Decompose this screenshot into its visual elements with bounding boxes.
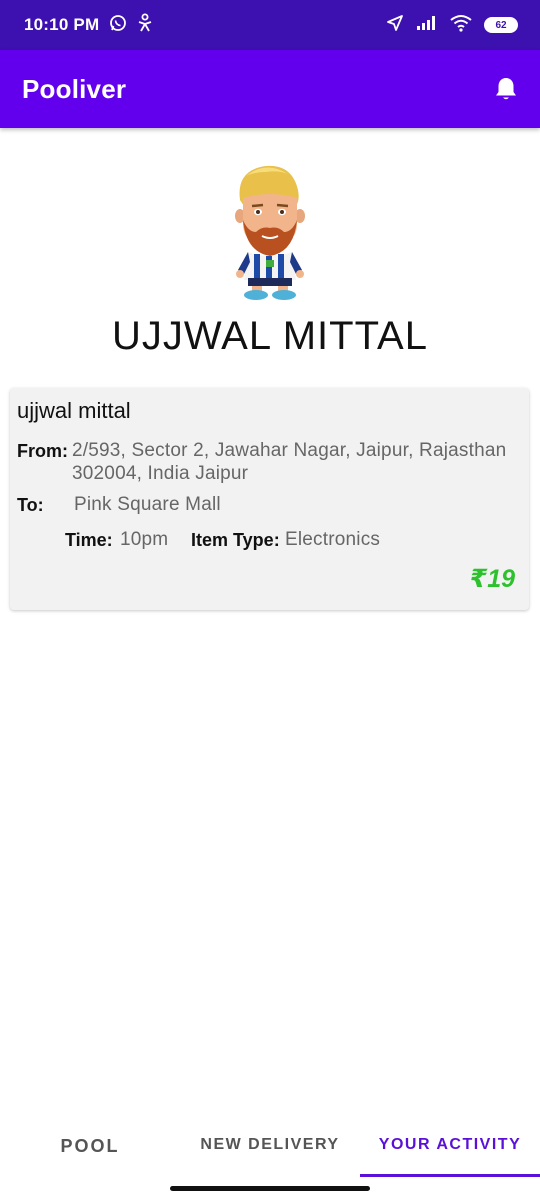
from-label: From:: [17, 441, 68, 461]
time-value: 10pm: [120, 529, 169, 550]
bottom-nav: POOL NEW DELIVERY YOUR ACTIVITY: [0, 1120, 540, 1180]
app-title: Pooliver: [22, 73, 127, 104]
time-label: Time:: [65, 530, 113, 550]
status-bar: 10:10 PM 62: [0, 0, 540, 50]
tab-pool[interactable]: POOL: [0, 1120, 180, 1180]
from-address-line1: 2/593, Sector 2, Jawahar Nagar, Jaipur, …: [72, 440, 507, 461]
app-bar: Pooliver: [0, 50, 540, 128]
location-arrow-icon: [386, 14, 404, 37]
to-label: To:: [17, 495, 44, 515]
wifi-icon: [450, 14, 472, 37]
from-address-line2: 302004, India Jaipur: [72, 463, 249, 484]
status-time: 10:10 PM: [24, 15, 100, 34]
tab-new-delivery[interactable]: NEW DELIVERY: [180, 1120, 360, 1180]
signal-icon: [416, 15, 438, 36]
item-type-label: Item Type:: [191, 530, 280, 550]
active-tab-indicator: [360, 1174, 540, 1177]
battery-icon: 62: [484, 17, 518, 33]
home-indicator[interactable]: [170, 1186, 370, 1191]
profile-name: UJJWAL MITTAL: [112, 314, 428, 358]
delivery-card[interactable]: ujjwal mittal From: 2/593, Sector 2, Jaw…: [10, 388, 529, 610]
profile-avatar: [226, 160, 314, 300]
status-notification-icons: [109, 13, 153, 38]
delivery-price: ₹19: [469, 565, 515, 593]
to-destination: Pink Square Mall: [74, 494, 221, 515]
item-type-value: Electronics: [285, 529, 381, 550]
status-system-icons: 62: [386, 14, 518, 37]
sender-name: ujjwal mittal: [17, 398, 131, 423]
tab-your-activity[interactable]: YOUR ACTIVITY: [360, 1120, 540, 1180]
whatsapp-icon: [109, 14, 127, 37]
bell-icon[interactable]: [492, 75, 520, 103]
accessibility-icon: [137, 13, 153, 38]
